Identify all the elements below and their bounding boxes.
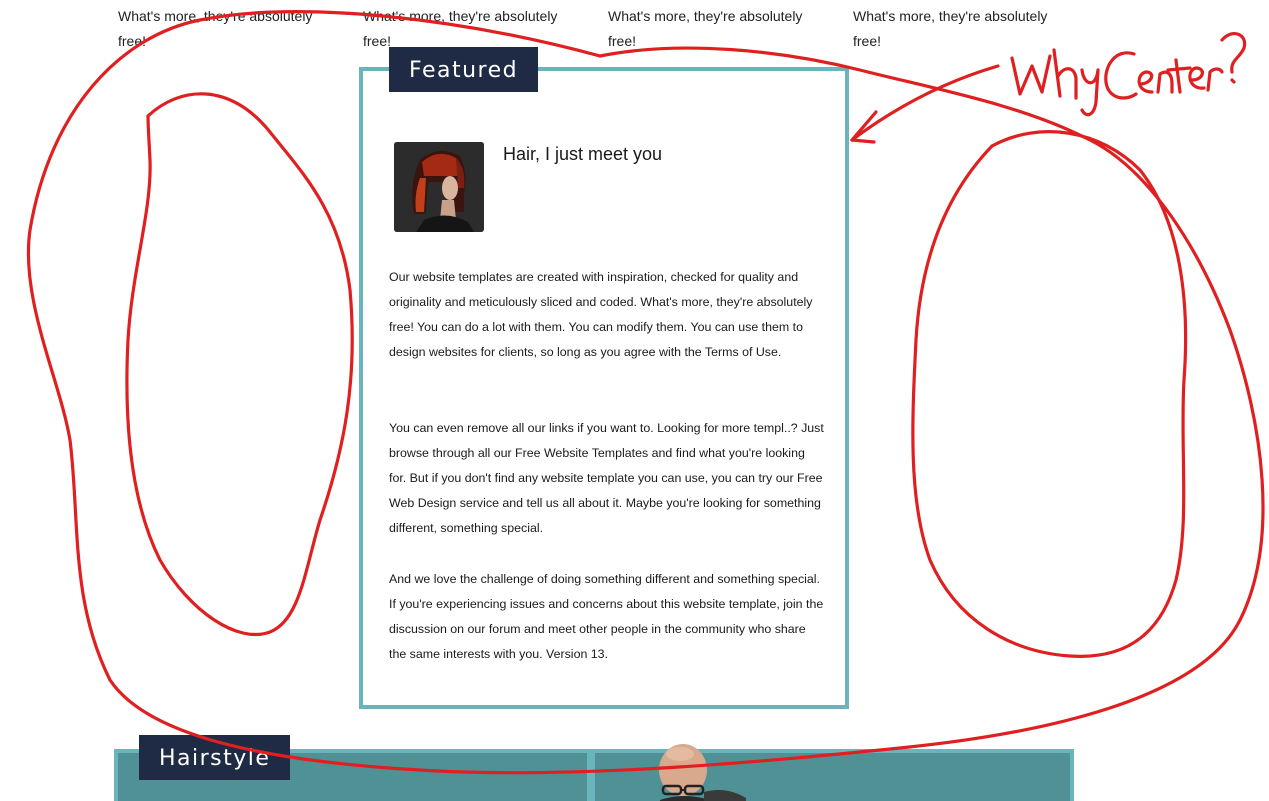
featured-section-tab: Featured bbox=[389, 47, 539, 92]
post-title[interactable]: Hair, I just meet you bbox=[503, 144, 662, 165]
teaser-text-4: What's more, they're absolutely free! bbox=[853, 8, 1048, 49]
band-divider bbox=[587, 752, 595, 801]
teaser-text-3: What's more, they're absolutely free! bbox=[608, 8, 803, 49]
page: What's more, they're absolutely free! Wh… bbox=[0, 0, 1269, 801]
bald-man-image bbox=[659, 744, 746, 801]
featured-paragraph-1: Our website templates are created with i… bbox=[389, 270, 813, 359]
man-photo[interactable] bbox=[650, 742, 750, 801]
woman-portrait-image bbox=[394, 142, 484, 232]
post-thumbnail[interactable] bbox=[394, 142, 484, 232]
hairstyle-section-tab: Hairstyle bbox=[139, 735, 291, 780]
featured-paragraph-3: And we love the challenge of doing somet… bbox=[389, 572, 824, 661]
featured-paragraph-2: You can even remove all our links if you… bbox=[389, 421, 824, 535]
teaser-text-1: What's more, they're absolutely free! bbox=[118, 8, 313, 49]
